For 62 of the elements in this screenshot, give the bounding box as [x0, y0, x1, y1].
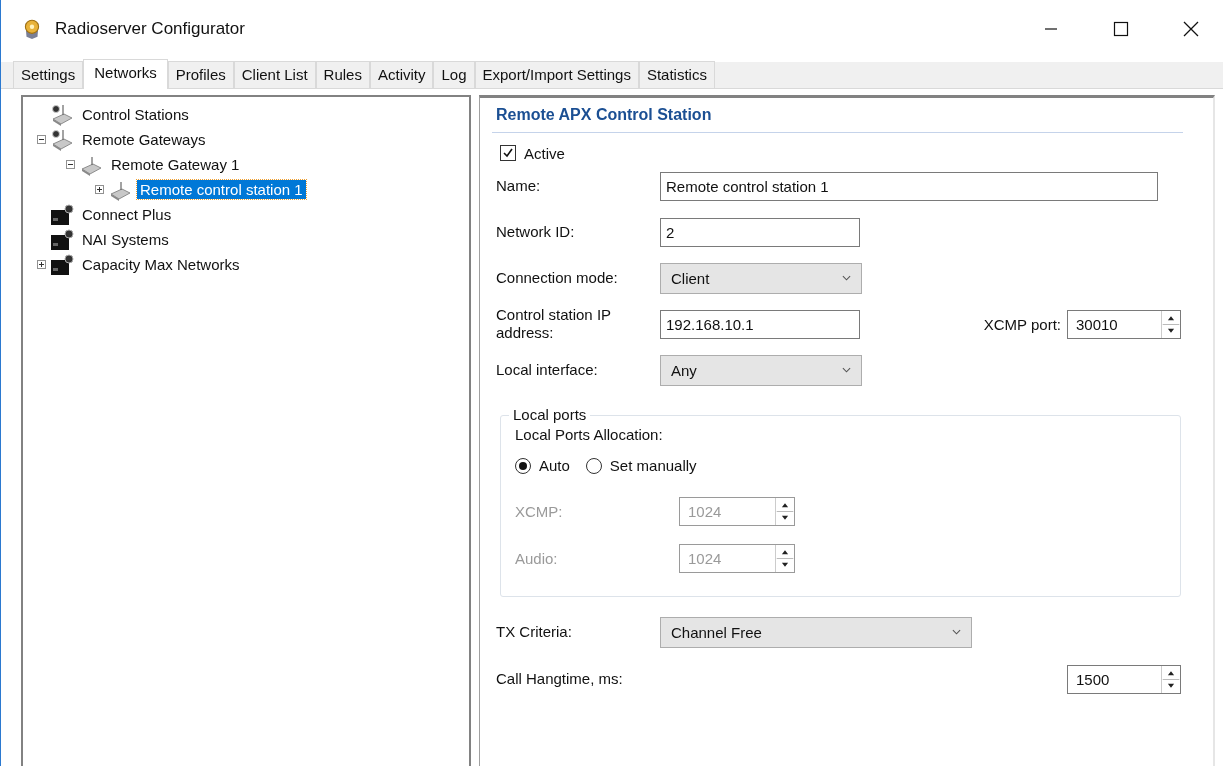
expand-toggle[interactable]	[37, 260, 46, 269]
tree-item[interactable]: Capacity Max Networks	[79, 255, 243, 274]
field-label: XCMP port:	[983, 315, 1061, 333]
dropdown[interactable]: Channel Free	[660, 616, 972, 648]
tab[interactable]: Statistics	[638, 61, 715, 88]
field-label: Audio:	[515, 550, 559, 567]
radio-label: Auto	[539, 457, 570, 474]
spin-box[interactable]: 1500	[1067, 664, 1181, 694]
spin-box[interactable]: 30010	[1067, 309, 1181, 339]
network-box-icon	[50, 253, 74, 276]
field-label: Local Ports Allocation:	[515, 426, 664, 443]
checkbox-label: Active	[524, 144, 565, 162]
dropdown[interactable]: Client	[660, 262, 862, 294]
tab[interactable]: Client List	[233, 61, 316, 88]
network-box-icon	[50, 203, 74, 226]
tree-item[interactable]: Remote control station 1	[137, 180, 306, 199]
field-label: XCMP:	[515, 503, 564, 520]
group-title: Local ports	[509, 406, 591, 423]
dropdown[interactable]: Any	[660, 354, 862, 386]
tree-item[interactable]: Remote Gateway 1	[108, 155, 243, 174]
tab[interactable]: Rules	[315, 61, 370, 88]
radio-button[interactable]	[585, 457, 602, 474]
spin-arrows-icon[interactable]	[775, 545, 794, 572]
section-heading: Remote APX Control Station	[496, 106, 713, 124]
spin-arrows-icon[interactable]	[1161, 665, 1180, 693]
tab[interactable]: Profiles	[167, 61, 234, 88]
close-icon[interactable]	[1181, 19, 1201, 39]
collapse-toggle[interactable]	[66, 160, 75, 169]
tab[interactable]: Settings	[13, 61, 84, 88]
input-field[interactable]: 192.168.10.1	[660, 309, 860, 339]
field-label: Call Hangtime, ms:	[496, 670, 623, 688]
tree-item[interactable]: Remote Gateways	[79, 130, 209, 149]
maximize-icon[interactable]	[1111, 19, 1131, 39]
tab[interactable]: Log	[433, 61, 475, 88]
tree-item[interactable]: Control Stations	[79, 105, 192, 124]
tree-item[interactable]: NAI Systems	[79, 230, 172, 249]
collapse-toggle[interactable]	[37, 135, 46, 144]
router-icon	[50, 103, 74, 126]
field-label: Connection mode:	[496, 269, 619, 287]
radio-label: Set manually	[609, 457, 697, 474]
field-label: Name:	[496, 177, 542, 195]
expand-toggle[interactable]	[95, 185, 104, 194]
chevron-down-icon	[952, 629, 961, 635]
tab[interactable]: Export/Import Settings	[474, 61, 639, 88]
network-box-icon	[50, 228, 74, 251]
tab[interactable]: Networks	[83, 59, 168, 89]
spin-arrows-icon[interactable]	[775, 498, 794, 525]
field-label: Network ID:	[496, 223, 576, 241]
field-label: Control station IP address:	[496, 306, 612, 342]
tree-item[interactable]: Connect Plus	[79, 205, 175, 224]
input-field[interactable]: 2	[660, 217, 860, 247]
radio-button[interactable]	[515, 457, 531, 474]
input-field[interactable]: Remote control station 1	[660, 171, 1158, 201]
checkbox[interactable]	[500, 145, 516, 161]
field-label: TX Criteria:	[496, 623, 573, 641]
chevron-down-icon	[842, 275, 851, 281]
window-title: Radioserver Configurator	[55, 19, 245, 39]
chevron-down-icon	[842, 367, 851, 373]
field-label: Local interface:	[496, 361, 599, 379]
tab[interactable]: Activity	[369, 61, 434, 88]
spin-arrows-icon[interactable]	[1161, 310, 1180, 338]
router-icon	[50, 128, 74, 151]
